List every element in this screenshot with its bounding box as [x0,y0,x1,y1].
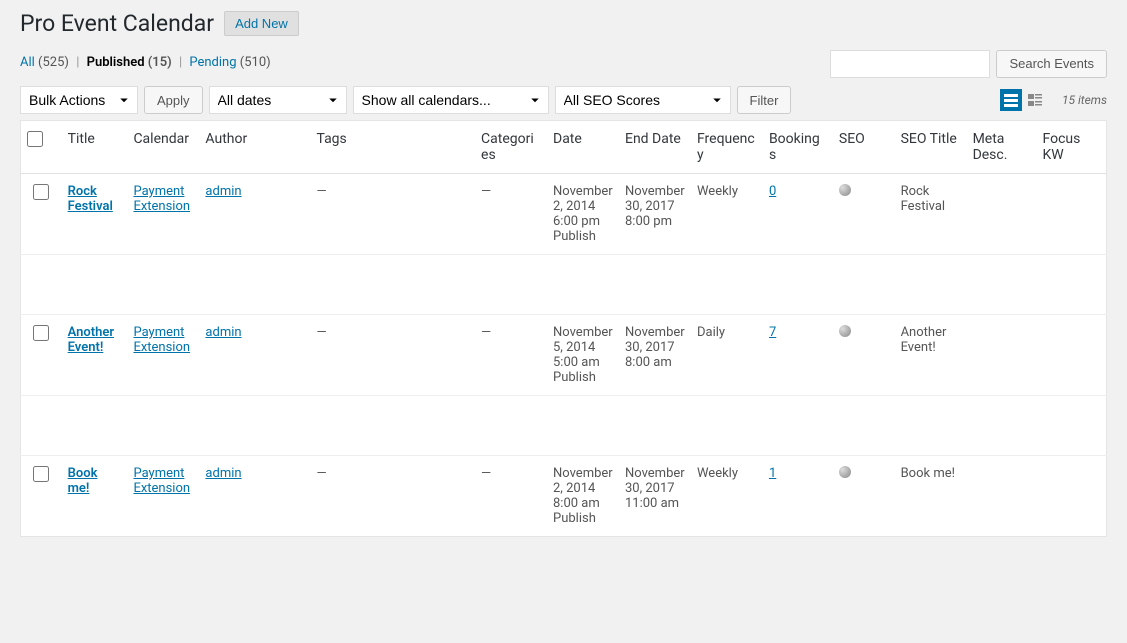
filter-published-link[interactable]: Published (15) [87,55,172,70]
event-title-link[interactable]: Another Event! [68,325,114,355]
categories-cell: — [481,466,491,481]
tags-cell: — [316,184,326,199]
frequency-cell: Weekly [691,456,763,537]
tags-cell: — [316,466,326,481]
row-checkbox[interactable] [33,466,49,482]
apply-button[interactable]: Apply [144,86,203,114]
date-cell: November 2, 2014 8:00 am Publish [547,456,619,537]
meta-desc-cell [967,315,1037,396]
categories-cell: — [481,325,491,340]
frequency-cell: Weekly [691,174,763,255]
filter-published-label: Published [87,55,145,70]
seo-scores-select[interactable]: All SEO Scores [555,86,731,114]
col-title[interactable]: Title [62,121,128,174]
add-new-button[interactable]: Add New [224,11,299,36]
col-frequency: Frequency [691,121,763,174]
bulk-actions-select[interactable]: Bulk Actions [20,86,138,114]
row-checkbox[interactable] [33,325,49,341]
calendar-link[interactable]: Payment Extension [133,466,190,496]
filter-all-label: All [20,55,35,70]
focus-kw-cell [1036,456,1106,537]
seo-dot-icon [839,466,851,478]
col-end-date: End Date [619,121,691,174]
filter-all-link[interactable]: All (525) [20,55,69,70]
date-cell: November 5, 2014 5:00 am Publish [547,315,619,396]
end-date-cell: November 30, 2017 11:00 am [619,456,691,537]
categories-cell: — [481,184,491,199]
col-seo: SEO [833,121,895,174]
page-title: Pro Event Calendar [20,10,214,37]
excerpt-view-icon[interactable] [1024,89,1046,111]
item-count: 15 items [1062,93,1107,107]
author-link[interactable]: admin [205,325,241,340]
col-categories: Categories [475,121,547,174]
table-row: Book me! Payment Extension admin — — November… [21,456,1107,537]
end-date-cell: November 30, 2017 8:00 am [619,315,691,396]
event-title-link[interactable]: Rock Festival [68,184,113,214]
seo-title-cell: Rock Festival [895,174,967,255]
calendars-select[interactable]: Show all calendars... [353,86,549,114]
events-table: Title Calendar Author Tags Categories Da… [20,120,1107,537]
author-link[interactable]: admin [205,466,241,481]
calendar-link[interactable]: Payment Extension [133,325,190,355]
search-button[interactable]: Search Events [996,50,1107,78]
col-meta-desc: Meta Desc. [967,121,1037,174]
filter-button[interactable]: Filter [737,86,792,114]
separator: | [72,55,83,70]
separator: | [175,55,186,70]
focus-kw-cell [1036,315,1106,396]
filter-pending-count: (510) [240,55,271,70]
status-filters: All (525) | Published (15) | Pending (51… [20,55,271,70]
author-link[interactable]: admin [205,184,241,199]
filter-all-count: (525) [38,55,69,70]
select-all-checkbox[interactable] [27,131,43,147]
filter-published-count: (15) [148,55,172,70]
search-input[interactable] [830,50,990,78]
seo-title-cell: Book me! [895,456,967,537]
col-seo-title: SEO Title [895,121,967,174]
event-title-link[interactable]: Book me! [68,466,98,496]
bookings-link[interactable]: 7 [769,325,776,340]
table-row: Another Event! Payment Extension admin — — No… [21,315,1107,396]
col-focus-kw: Focus KW [1036,121,1106,174]
date-cell: November 2, 2014 6:00 pm Publish [547,174,619,255]
end-date-cell: November 30, 2017 8:00 pm [619,174,691,255]
tags-cell: — [316,325,326,340]
list-view-icon[interactable] [1000,89,1022,111]
row-checkbox[interactable] [33,184,49,200]
col-date[interactable]: Date [547,121,619,174]
frequency-cell: Daily [691,315,763,396]
meta-desc-cell [967,174,1037,255]
col-author: Author [199,121,310,174]
seo-dot-icon [839,325,851,337]
filter-pending-link[interactable]: Pending (510) [189,55,270,70]
calendar-link[interactable]: Payment Extension [133,184,190,214]
bookings-link[interactable]: 0 [769,184,776,199]
col-tags: Tags [310,121,475,174]
dates-select[interactable]: All dates [209,86,347,114]
meta-desc-cell [967,456,1037,537]
col-calendar: Calendar [127,121,199,174]
col-bookings: Bookings [763,121,833,174]
bookings-link[interactable]: 1 [769,466,776,481]
focus-kw-cell [1036,174,1106,255]
seo-dot-icon [839,184,851,196]
seo-title-cell: Another Event! [895,315,967,396]
filter-pending-label: Pending [189,55,236,70]
table-row: Rock Festival Payment Extension admin — — Nov… [21,174,1107,255]
